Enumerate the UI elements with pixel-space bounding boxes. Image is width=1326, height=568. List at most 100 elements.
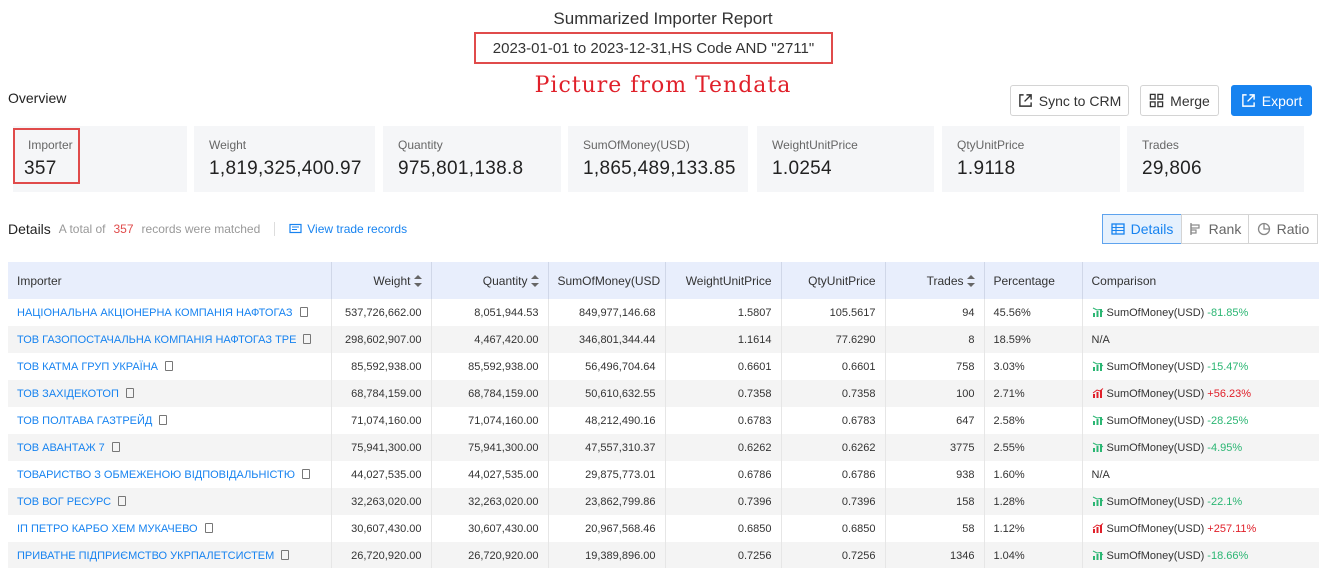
merge-button[interactable]: Merge (1140, 85, 1219, 116)
copy-icon[interactable] (301, 468, 310, 479)
cell-qty-unit-price: 0.6786 (781, 461, 886, 488)
report-criteria-text: 2023-01-01 to 2023-12-31,HS Code AND "27… (492, 39, 815, 57)
table-row[interactable]: ТОВ АВАНТАЖ 7 75,941,300.00 75,941,300.00 4… (8, 434, 1319, 461)
importer-link[interactable]: ТОВ КАТМА ГРУП УКРАЇНА (8, 353, 332, 380)
col-label: Weight (373, 273, 411, 288)
comparison-change: -81.85% (1207, 306, 1249, 319)
importer-link[interactable]: ТОВ ВОГ РЕСУРС (8, 488, 332, 515)
table-row[interactable]: ТОВ КАТМА ГРУП УКРАЇНА 85,592,938.00 85,59… (8, 353, 1319, 380)
overview-heading: Overview (8, 90, 67, 106)
cell-weight-unit-price: 0.7396 (665, 488, 782, 515)
cell-percentage: 1.28% (984, 488, 1083, 515)
copy-icon[interactable] (118, 495, 127, 506)
importer-link[interactable]: ІП ПЕТРО КАРБО ХЕМ МУКАЧЕВО (8, 515, 332, 542)
cell-qty-unit-price: 0.7358 (781, 380, 886, 407)
sync-to-crm-button[interactable]: Sync to CRM (1010, 85, 1129, 116)
trend-down-icon (1092, 307, 1103, 317)
stat-value: 1.0254 (772, 158, 832, 179)
importer-link[interactable]: ТОВ АВАНТАЖ 7 (8, 434, 332, 461)
stat-qty-unit-price: QtyUnitPrice 1.9118 (942, 126, 1120, 192)
importer-name: ТОВ КАТМА ГРУП УКРАЇНА (17, 360, 159, 373)
sort-icon[interactable] (413, 275, 422, 288)
view-trade-records-link[interactable]: View trade records (289, 222, 407, 236)
col-label: Quantity (482, 273, 528, 288)
sort-icon[interactable] (966, 275, 975, 288)
comparison-label: SumOfMoney(USD) (1106, 522, 1205, 535)
copy-icon[interactable] (281, 549, 290, 560)
copy-icon[interactable] (204, 522, 213, 533)
export-label: Export (1261, 92, 1303, 109)
tab-label: Details (1130, 221, 1174, 237)
records-icon (289, 223, 302, 234)
cell-weight: 44,027,535.00 (331, 461, 432, 488)
cell-weight-unit-price: 1.1614 (665, 326, 782, 353)
table-row[interactable]: ТОВ ВОГ РЕСУРС 32,263,020.00 32,263,020.00… (8, 488, 1319, 515)
cell-weight: 68,784,159.00 (331, 380, 432, 407)
cell-percentage: 3.03% (984, 353, 1083, 380)
cell-weight-unit-price: 0.6786 (665, 461, 782, 488)
sort-icon[interactable] (530, 275, 539, 288)
table-row[interactable]: ТОВ ПОЛТАВА ГАЗТРЕЙД 71,074,160.00 71,074,… (8, 407, 1319, 434)
cell-weight: 537,726,662.00 (331, 299, 432, 326)
importer-link[interactable]: ТОВ ПОЛТАВА ГАЗТРЕЙД (8, 407, 332, 434)
col-comparison: Comparison (1082, 262, 1319, 299)
importer-link[interactable]: ПРИВАТНЕ ПІДПРИЄМСТВО УКРПАЛЕТСИСТЕМ (8, 542, 332, 568)
stat-label: QtyUnitPrice (957, 138, 1025, 152)
stat-sum-of-money: SumOfMoney(USD) 1,865,489,133.85 (568, 126, 748, 192)
cell-trades: 100 (885, 380, 985, 407)
cell-weight-unit-price: 0.6783 (665, 407, 782, 434)
stat-label: Quantity (398, 138, 443, 152)
copy-icon[interactable] (125, 387, 134, 398)
comparison-label: SumOfMoney(USD) (1106, 306, 1205, 319)
stat-value: 975,801,138.8 (398, 158, 524, 179)
importer-link[interactable]: ТОВ ГАЗОПОСТАЧАЛЬНА КОМПАНІЯ НАФТОГАЗ ТР… (8, 326, 332, 353)
copy-icon[interactable] (299, 306, 308, 317)
table-row[interactable]: ІП ПЕТРО КАРБО ХЕМ МУКАЧЕВО 30,607,430.00… (8, 515, 1319, 542)
stat-value: 1.9118 (957, 158, 1016, 179)
col-quantity[interactable]: Quantity (431, 262, 549, 299)
cell-comparison: SumOfMoney(USD) -4.95% (1082, 434, 1319, 461)
cell-weight-unit-price: 0.7256 (665, 542, 782, 568)
comparison-change: -15.47% (1207, 360, 1249, 373)
col-percentage: Percentage (984, 262, 1083, 299)
importer-name: ТОВАРИСТВО З ОБМЕЖЕНОЮ ВІДПОВІДАЛЬНІСТЮ (17, 468, 295, 481)
export-icon (1241, 94, 1255, 107)
cell-trades: 758 (885, 353, 985, 380)
table-row[interactable]: ТОВ ГАЗОПОСТАЧАЛЬНА КОМПАНІЯ НАФТОГАЗ ТР… (8, 326, 1319, 353)
cell-quantity: 26,720,920.00 (431, 542, 549, 568)
copy-icon[interactable] (303, 333, 312, 344)
copy-icon[interactable] (165, 360, 174, 371)
cell-qty-unit-price: 0.7396 (781, 488, 886, 515)
cell-percentage: 1.04% (984, 542, 1083, 568)
importer-link[interactable]: ТОВАРИСТВО З ОБМЕЖЕНОЮ ВІДПОВІДАЛЬНІСТЮ (8, 461, 332, 488)
cell-percentage: 2.55% (984, 434, 1083, 461)
cell-comparison: SumOfMoney(USD) +257.11% (1082, 515, 1319, 542)
col-sum-of-money[interactable]: SumOfMoney(USD (548, 262, 666, 299)
cell-quantity: 75,941,300.00 (431, 434, 549, 461)
cell-qty-unit-price: 105.5617 (781, 299, 886, 326)
cell-quantity: 68,784,159.00 (431, 380, 549, 407)
importer-link[interactable]: НАЦІОНАЛЬНА АКЦІОНЕРНА КОМПАНІЯ НАФТОГАЗ (8, 299, 332, 326)
table-row[interactable]: ПРИВАТНЕ ПІДПРИЄМСТВО УКРПАЛЕТСИСТЕМ 26,7… (8, 542, 1319, 568)
col-weight[interactable]: Weight (331, 262, 432, 299)
cell-percentage: 1.12% (984, 515, 1083, 542)
export-button[interactable]: Export (1231, 85, 1312, 116)
importer-name: ТОВ ПОЛТАВА ГАЗТРЕЙД (17, 414, 153, 427)
cell-sum-of-money: 346,801,344.44 (548, 326, 666, 353)
copy-icon[interactable] (111, 441, 120, 452)
tab-details[interactable]: Details (1102, 214, 1182, 244)
trend-down-icon (1092, 361, 1103, 371)
tab-rank[interactable]: Rank (1181, 214, 1249, 244)
copy-icon[interactable] (159, 414, 168, 425)
tab-ratio[interactable]: Ratio (1248, 214, 1318, 244)
cell-weight: 71,074,160.00 (331, 407, 432, 434)
table-row[interactable]: ТОВ ЗАХІДЕКОТОП 68,784,159.00 68,784,159.0… (8, 380, 1319, 407)
col-trades[interactable]: Trades (885, 262, 985, 299)
importer-link[interactable]: ТОВ ЗАХІДЕКОТОП (8, 380, 332, 407)
cell-weight: 32,263,020.00 (331, 488, 432, 515)
cell-percentage: 2.58% (984, 407, 1083, 434)
cell-quantity: 44,027,535.00 (431, 461, 549, 488)
table-row[interactable]: ТОВАРИСТВО З ОБМЕЖЕНОЮ ВІДПОВІДАЛЬНІСТЮ 4… (8, 461, 1319, 488)
table-row[interactable]: НАЦІОНАЛЬНА АКЦІОНЕРНА КОМПАНІЯ НАФТОГАЗ… (8, 299, 1319, 326)
cell-percentage: 2.71% (984, 380, 1083, 407)
